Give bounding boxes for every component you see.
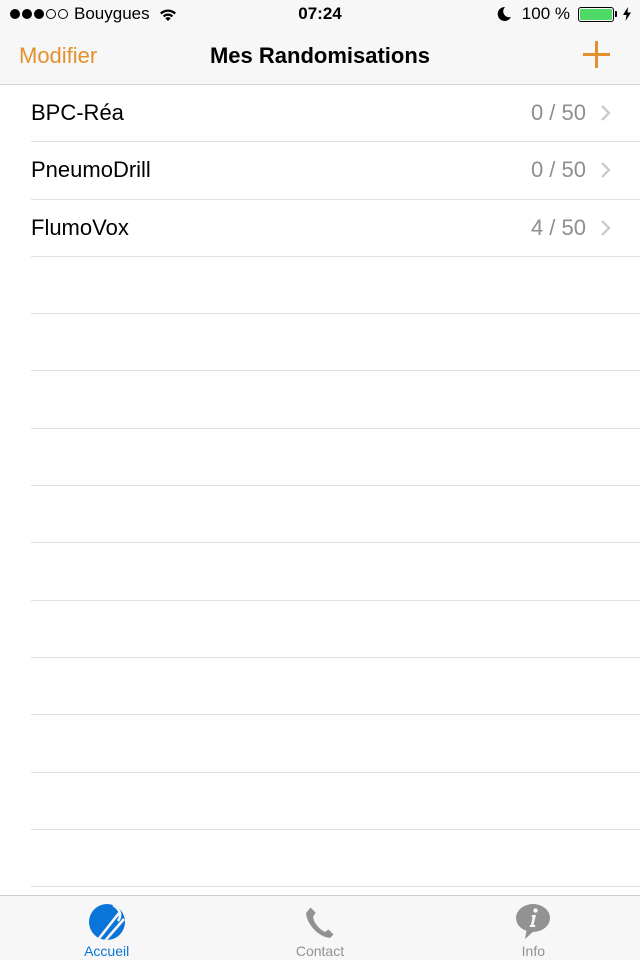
chevron-right-icon (601, 219, 611, 236)
item-title: BPC-Réa (31, 100, 124, 126)
tab-accueil[interactable]: Accueil (0, 896, 213, 960)
tab-contact[interactable]: Contact (213, 896, 426, 960)
empty-row-separator (31, 887, 640, 895)
chevron-right-icon (601, 105, 611, 121)
empty-row-separator (31, 658, 640, 716)
navigation-bar: Modifier Mes Randomisations (0, 28, 640, 84)
phone-icon (305, 906, 335, 938)
battery-nub (615, 11, 617, 17)
empty-row-separator (31, 314, 640, 372)
battery-icon (578, 6, 614, 22)
empty-row-separator (31, 543, 640, 601)
item-title: PneumoDrill (31, 157, 151, 183)
empty-row-separator (31, 371, 640, 429)
item-count: 0 / 50 (530, 100, 586, 126)
status-right: 100 % (496, 0, 632, 28)
list-item[interactable]: BPC-Réa 0 / 50 (31, 85, 640, 143)
tab-label: Info (521, 943, 545, 959)
app-screen: Bouygues 07:24 100 % Modifier Mes Random… (0, 0, 640, 960)
empty-row-separator (31, 773, 640, 830)
tab-bar: Accueil Contact Info (0, 895, 640, 960)
edit-button[interactable]: Modifier (19, 28, 97, 84)
item-count: 0 / 50 (530, 157, 586, 183)
battery-percentage: 100 % (521, 4, 570, 23)
empty-row-separator (31, 830, 640, 888)
empty-row-separator (31, 257, 640, 315)
moon-icon (497, 6, 511, 21)
item-title: FlumoVox (31, 214, 129, 240)
item-count: 4 / 50 (530, 214, 586, 240)
randomisation-list: BPC-Réa 0 / 50 PneumoDrill 0 / 50 FlumoV… (0, 85, 640, 895)
empty-row-separator (31, 486, 640, 544)
status-bar: Bouygues 07:24 100 % (0, 0, 640, 28)
battery-fill (580, 8, 612, 20)
top-bar: Bouygues 07:24 100 % Modifier Mes Random… (0, 0, 640, 85)
info-bubble-icon (516, 904, 551, 939)
list-item[interactable]: FlumoVox 4 / 50 (31, 200, 640, 257)
empty-row-separator (31, 601, 640, 658)
tab-label: Contact (295, 943, 345, 959)
home-globe-icon (88, 904, 125, 940)
charging-bolt-icon (623, 7, 631, 21)
tab-label: Accueil (84, 943, 130, 959)
add-button[interactable] (582, 40, 612, 70)
empty-row-separator (31, 429, 640, 487)
chevron-right-icon (601, 162, 611, 179)
tab-info[interactable]: Info (427, 896, 640, 960)
empty-row-separator (31, 715, 640, 773)
list-item[interactable]: PneumoDrill 0 / 50 (31, 142, 640, 200)
